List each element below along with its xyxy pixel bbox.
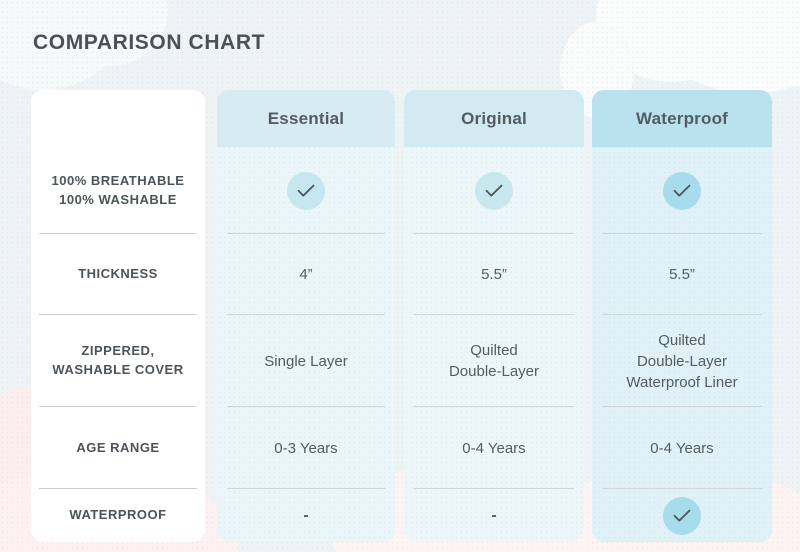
column-header-blank [31,90,205,147]
check-circle [663,496,701,535]
cell-original-thickness: 5.5” [404,234,584,315]
row-label-text: THICKNESS [78,266,158,282]
row-label-line1: 100% BREATHABLE [51,172,185,188]
cell-value: 0-4 Years [462,439,526,457]
column-essential[interactable]: Essential 4” Single Layer 0-3 Years - [217,90,395,542]
column-row-labels: 100% BREATHABLE 100% WASHABLE THICKNESS … [31,90,205,542]
row-label-text: AGE RANGE [76,439,160,455]
page-title: COMPARISON CHART [33,31,266,54]
row-label-line1: ZIPPERED, [81,343,155,359]
column-body-waterproof: 5.5” Quilted Double-Layer Waterproof Lin… [592,147,772,542]
check-circle [475,171,513,210]
cell-original-cover: Quilted Double-Layer [404,315,584,407]
cell-original-age-range: 0-4 Years [404,407,584,489]
cell-value-line1: Quilted [658,331,706,349]
column-body-essential: 4” Single Layer 0-3 Years - [217,147,395,542]
cell-waterproof-breathable-washable [592,147,772,234]
cell-essential-cover: Single Layer [217,315,395,407]
row-label-zippered-washable-cover: ZIPPERED, WASHABLE COVER [31,315,205,407]
cell-value: 0-3 Years [274,439,338,457]
column-header-waterproof: Waterproof [592,90,772,147]
comparison-chart: 100% BREATHABLE 100% WASHABLE THICKNESS … [0,0,800,552]
row-label-thickness: THICKNESS [31,234,205,315]
cell-waterproof-waterproof [592,489,772,542]
row-label-line2: WASHABLE COVER [52,362,184,377]
row-label-waterproof: WATERPROOF [31,489,205,542]
cell-value-line1: Quilted [470,342,518,359]
cell-essential-age-range: 0-3 Years [217,407,395,489]
column-original[interactable]: Original 5.5” Quilted Double-Layer 0-4 Y… [404,90,584,542]
cell-value-line2: Double-Layer [636,352,728,370]
check-icon [673,184,691,196]
cell-waterproof-cover: Quilted Double-Layer Waterproof Liner [592,315,772,407]
cell-essential-breathable-washable [217,147,395,234]
cell-value: 0-4 Years [650,439,714,457]
check-circle [663,171,701,210]
cell-value-line3: Waterproof Liner [626,373,738,391]
cell-original-waterproof: - [404,489,584,542]
check-circle [287,171,325,210]
cell-waterproof-thickness: 5.5” [592,234,772,315]
column-body-original: 5.5” Quilted Double-Layer 0-4 Years - [404,147,584,542]
column-waterproof[interactable]: Waterproof 5.5” Quilted Double-Layer Wat… [592,90,772,542]
cell-value-dash: - [491,506,497,524]
row-label-text: WATERPROOF [69,507,167,523]
check-icon [485,184,503,196]
cell-original-breathable-washable [404,147,584,234]
row-label-breathable-washable: 100% BREATHABLE 100% WASHABLE [31,147,205,234]
row-label-age-range: AGE RANGE [31,407,205,489]
cell-value-dash: - [303,506,309,524]
column-header-essential: Essential [217,90,395,147]
column-body-row-labels: 100% BREATHABLE 100% WASHABLE THICKNESS … [31,147,205,542]
check-icon [297,184,315,196]
cell-essential-waterproof: - [217,489,395,542]
column-header-original: Original [404,90,584,147]
cell-value: 5.5” [669,266,695,283]
cell-value: 4” [299,266,313,283]
cell-waterproof-age-range: 0-4 Years [592,407,772,489]
cell-value-line2: Double-Layer [448,363,540,380]
check-icon [673,509,691,521]
row-label-line2: 100% WASHABLE [59,191,177,207]
cell-essential-thickness: 4” [217,234,395,315]
cell-value: Single Layer [264,352,348,370]
cell-value: 5.5” [481,266,507,283]
